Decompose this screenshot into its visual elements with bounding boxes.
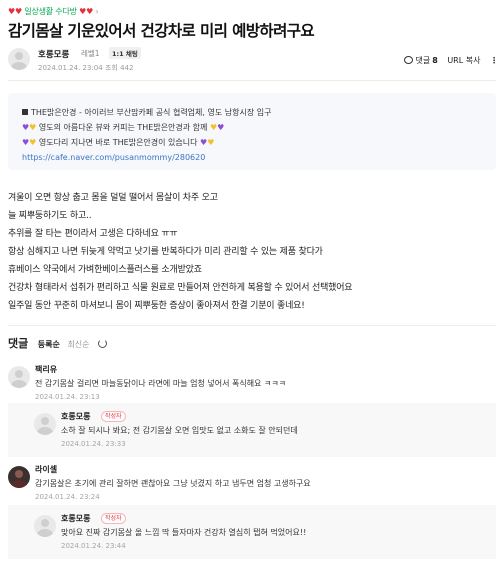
avatar[interactable]	[8, 466, 30, 488]
cafe-link[interactable]: https://cafe.naver.com/pusanmommy/280620	[22, 150, 482, 165]
avatar[interactable]	[8, 366, 30, 388]
heart-icon: ♥	[8, 7, 15, 16]
comment-icon	[403, 56, 413, 64]
avatar[interactable]	[34, 515, 56, 537]
quote-box: THE밝은안경 - 아이러브 부산맘카페 공식 협력업체, 영도 남항시장 입구…	[8, 93, 496, 170]
body-line: 겨울이 오면 항상 춥고 몸을 덜덜 떨어서 몸살이 차주 오고	[8, 193, 218, 203]
post-meta: 2024.01.24. 23:04 조회 442	[38, 63, 133, 73]
heart-icon: ♥	[207, 138, 215, 147]
comment-reply: 호롱모롱 작성자 소하 잘 되시나 봐요; 전 감기몸살 오면 입맛도 없고 소…	[34, 410, 494, 454]
heart-icon: ♥	[14, 7, 22, 16]
comment-time: 2024.01.24. 23:44	[61, 542, 126, 550]
post-actions: 댓글 8 URL 복사 ⋮	[397, 55, 498, 66]
quote-line-3: 영도다리 지나면 바로 THE밝은안경이 있습니다	[38, 138, 198, 147]
body-line: 추위를 잘 타는 편이라서 고생은 다하네요 ㅠㅠ	[8, 229, 178, 239]
avatar[interactable]	[8, 48, 30, 70]
body-line: 휴베이스 약국에서 가벼한베이스플러스를 소개받았죠	[8, 265, 202, 275]
author-badge: 작성자	[101, 411, 126, 422]
body-line: 건강차 형태라서 섭취가 편리하고 식물 원료로 만들어져 안전하게 복용할 수…	[8, 283, 353, 293]
comment-time: 2024.01.24. 23:33	[61, 440, 126, 448]
chevron-right-icon: ›	[95, 7, 99, 16]
quote-line-2: 영도의 아름다운 뷰와 커피는 THE밝은안경과 함께	[38, 123, 208, 132]
comment-text: 맞아요 진짜 감기몸살 올 느낌 딱 들자마자 건강차 열심히 탭혀 먹었어요!…	[61, 528, 307, 537]
divider	[8, 325, 496, 326]
comment-button[interactable]: 댓글 8	[403, 56, 438, 65]
comment-text: 감기몸살은 초기에 관리 잘하면 괜찮아요 그냥 넛겼지 하고 냅두면 엄청 고…	[35, 479, 311, 488]
comments-header: 댓글 등록순 최신순	[8, 335, 108, 351]
heart-icon: ♥	[29, 138, 37, 147]
comment-label: 댓글	[415, 56, 431, 65]
heart-icon: ♥	[29, 123, 37, 132]
author-name[interactable]: 호롱모롱	[38, 48, 69, 60]
sort-latest[interactable]: 최신순	[67, 340, 89, 349]
comments-title: 댓글	[8, 337, 29, 350]
avatar[interactable]	[34, 413, 56, 435]
more-icon[interactable]: ⋮	[490, 56, 498, 65]
comment-author[interactable]: 호롱모롱	[61, 411, 90, 422]
comment-author[interactable]: 라이셀	[35, 464, 57, 475]
comment-time: 2024.01.24. 23:13	[35, 393, 100, 401]
comment-reply: 호롱모롱 작성자 맞아요 진짜 감기몸살 올 느낌 딱 들자마자 건강차 열심히…	[34, 512, 494, 556]
sort-registered[interactable]: 등록순	[38, 340, 60, 349]
post-date: 2024.01.24. 23:04	[38, 64, 103, 72]
author-level: 레벨1	[81, 49, 100, 58]
board-name[interactable]: 일상생활 수다방	[24, 7, 77, 16]
refresh-icon[interactable]	[98, 339, 108, 348]
chat-button[interactable]: 1:1 채팅	[109, 47, 141, 59]
heart-icon: ♥	[86, 7, 94, 16]
board-breadcrumb[interactable]: ♥♥ 일상생활 수다방 ♥♥ ›	[8, 6, 99, 17]
comment-author[interactable]: 팩리유	[35, 364, 57, 375]
comment-text: 전 감기몸살 걸리면 마늘동닭이나 라면에 마늘 엄청 넣어서 폭식해요 ㅋㅋㅋ	[35, 379, 287, 388]
body-line: 일주일 동안 꾸준히 마셔보니 몸이 찌뿌둥한 증상이 좋아져서 한결 기분이 …	[8, 301, 305, 311]
comment-count: 8	[432, 56, 438, 65]
divider	[8, 80, 496, 81]
comment-text: 소하 잘 되시나 봐요; 전 감기몸살 오면 입맛도 없고 소화도 잘 안되던데	[61, 426, 298, 435]
body-line: 항상 심해지고 나면 뒤늦게 약먹고 낫기를 반복하다가 미리 관리할 수 있는…	[8, 247, 323, 257]
page-title: 감기몸살 기운있어서 건강차로 미리 예방하려구요	[8, 22, 315, 40]
quote-line-1: THE밝은안경 - 아이러브 부산맘카페 공식 협력업체, 영도 남항시장 입구	[31, 108, 272, 117]
views-count: 442	[120, 64, 134, 72]
comment-item: 라이셀 감기몸살은 초기에 관리 잘하면 괜찮아요 그냥 넛겼지 하고 냅두면 …	[8, 463, 496, 507]
views-label: 조회	[104, 64, 118, 72]
comment-author[interactable]: 호롱모롱	[61, 513, 90, 524]
square-icon	[22, 109, 28, 115]
post-body: 겨울이 오면 항상 춥고 몸을 덜덜 떨어서 몸살이 차주 오고 늘 찌뿌둥하기…	[8, 189, 353, 315]
heart-icon: ♥	[217, 123, 225, 132]
comment-item: 팩리유 전 감기몸살 걸리면 마늘동닭이나 라면에 마늘 엄청 넣어서 폭식해요…	[8, 363, 496, 407]
url-copy-button[interactable]: URL 복사	[447, 56, 480, 65]
body-line: 늘 찌뿌둥하기도 하고..	[8, 211, 92, 221]
comment-time: 2024.01.24. 23:24	[35, 493, 100, 501]
author-badge: 작성자	[101, 513, 126, 524]
